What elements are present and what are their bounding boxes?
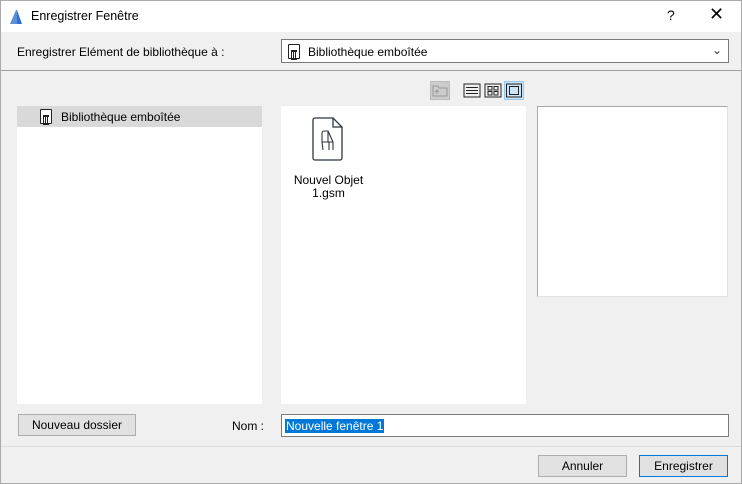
name-label: Nom :: [232, 419, 265, 433]
archicad-logo-icon: [10, 10, 22, 24]
preview-pane: [537, 106, 728, 297]
dropdown-value: Bibliothèque emboîtée: [308, 45, 428, 59]
grid-view-button[interactable]: [483, 81, 503, 100]
library-icon: [40, 109, 52, 125]
divider: [1, 70, 741, 71]
folder-up-button[interactable]: [430, 81, 450, 100]
large-view-icon: [506, 83, 522, 98]
save-to-label: Enregistrer Elément de bibliothèque à :: [17, 45, 225, 59]
chevron-down-icon: ⌄: [711, 43, 722, 57]
close-button[interactable]: ✕: [709, 4, 724, 25]
file-browser[interactable]: Nouvel Objet 1.gsm: [281, 106, 526, 404]
grid-view-icon: [484, 83, 502, 98]
library-tree[interactable]: Bibliothèque emboîtée: [17, 106, 262, 404]
footer-divider: [1, 446, 741, 447]
list-view-icon: [463, 83, 481, 98]
library-icon: [288, 44, 300, 60]
folder-up-icon: [432, 85, 448, 97]
save-location-dropdown[interactable]: Bibliothèque emboîtée ⌄: [281, 39, 729, 63]
title-bar: Enregistrer Fenêtre ? ✕: [1, 1, 741, 32]
list-view-button[interactable]: [462, 81, 482, 100]
object-file-icon: [312, 117, 343, 161]
help-button[interactable]: ?: [667, 7, 675, 23]
name-input[interactable]: Nouvelle fenêtre 1: [281, 414, 729, 437]
file-item[interactable]: Nouvel Objet 1.gsm: [291, 116, 366, 200]
save-button[interactable]: Enregistrer: [639, 455, 728, 477]
tree-item[interactable]: Bibliothèque emboîtée: [17, 106, 262, 127]
cancel-button[interactable]: Annuler: [538, 455, 627, 477]
file-name: Nouvel Objet 1.gsm: [293, 173, 364, 200]
window-title: Enregistrer Fenêtre: [31, 9, 139, 23]
large-view-button[interactable]: [504, 81, 524, 100]
name-value: Nouvelle fenêtre 1: [285, 419, 385, 433]
new-folder-button[interactable]: Nouveau dossier: [18, 414, 136, 436]
tree-item-label: Bibliothèque emboîtée: [61, 110, 181, 124]
